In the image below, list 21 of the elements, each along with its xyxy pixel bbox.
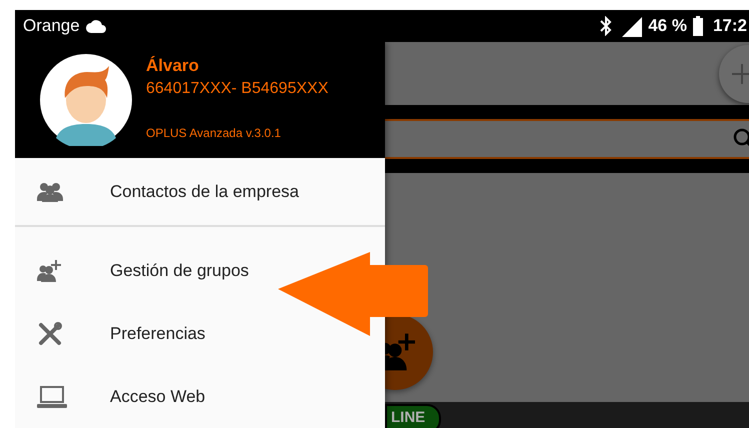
menu-item[interactable]: Preferencias [15, 302, 206, 365]
carrier-name: Orange [23, 16, 80, 36]
menu-item[interactable]: Gestión de grupos [15, 239, 249, 302]
plus-icon [731, 62, 749, 84]
bluetooth-icon [600, 16, 612, 36]
laptop-icon [37, 384, 67, 408]
avatar-icon [40, 54, 132, 146]
user-name: Álvaro [146, 56, 200, 76]
tools-icon [37, 320, 63, 346]
menu-item[interactable]: Contactos de la empresa [15, 160, 299, 223]
cloud-icon [86, 19, 106, 33]
status-badge: LINE [385, 404, 442, 428]
app-version: OPLUS Avanzada v.3.0.1 [146, 126, 282, 140]
account-number: 664017XXX- B54695XXX [146, 80, 328, 98]
search-bar[interactable] [385, 119, 749, 159]
menu-item[interactable]: Acceso Web [15, 365, 206, 428]
clock: 17:2 [712, 16, 747, 36]
people-icon [37, 182, 63, 202]
people-add-icon [37, 260, 61, 282]
battery-percent: 46 % [648, 16, 687, 36]
battery-icon [692, 16, 703, 36]
